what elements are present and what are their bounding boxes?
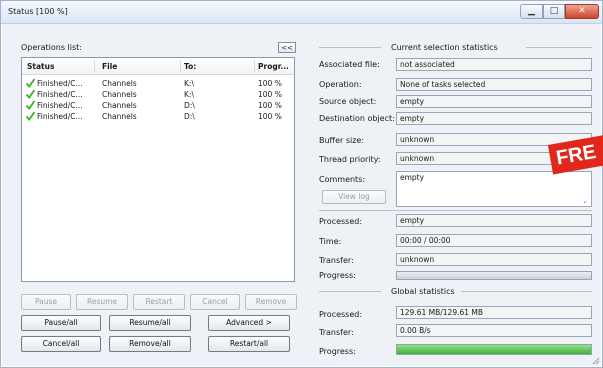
restart-button[interactable]: Restart <box>133 294 185 310</box>
global-transfer-field: 0.00 B/s <box>396 324 592 337</box>
check-icon <box>26 78 35 88</box>
title-bar[interactable]: Status [100 %] ▁ □ ✕ <box>1 1 602 24</box>
destination-object-label: Destination object: <box>319 114 395 123</box>
pause-all-button[interactable]: Pause/all <box>21 315 101 331</box>
operations-list[interactable]: Status File To: Progr... Finished/C... C… <box>21 57 295 282</box>
global-processed-label: Processed: <box>319 310 363 319</box>
global-stats-header: Global statistics <box>391 287 455 296</box>
row-progress: 100 % <box>258 112 282 121</box>
section-divider <box>319 291 381 292</box>
global-processed-field: 129.61 MB/129.61 MB <box>396 306 592 319</box>
cancel-button[interactable]: Cancel <box>190 294 240 310</box>
row-to: K:\ <box>184 79 194 88</box>
table-row[interactable]: Finished/C... Channels K:\ 100 % <box>22 89 294 100</box>
cancel-all-button[interactable]: Cancel/all <box>21 336 101 352</box>
comments-text: empty <box>400 173 425 182</box>
resume-button[interactable]: Resume <box>76 294 128 310</box>
comments-field[interactable]: empty ⌄ <box>396 171 592 207</box>
column-status[interactable]: Status <box>27 62 54 71</box>
destination-object-field: empty <box>396 112 592 125</box>
column-file[interactable]: File <box>102 62 117 71</box>
buffer-size-label: Buffer size: <box>319 136 365 145</box>
time-field: 00:00 / 00:00 <box>396 234 592 247</box>
pause-button[interactable]: Pause <box>21 294 71 310</box>
section-divider <box>319 47 381 48</box>
remove-all-button[interactable]: Remove/all <box>109 336 191 352</box>
transfer-label: Transfer: <box>319 256 354 265</box>
minimize-icon: ▁ <box>528 6 535 16</box>
source-object-label: Source object: <box>319 97 377 106</box>
source-object-field: empty <box>396 95 592 108</box>
operations-list-label: Operations list: <box>21 43 82 52</box>
row-file: Channels <box>102 112 137 121</box>
row-file: Channels <box>102 101 137 110</box>
row-progress: 100 % <box>258 90 282 99</box>
current-progress-bar <box>396 271 592 280</box>
table-row[interactable]: Finished/C... Channels K:\ 100 % <box>22 78 294 89</box>
resize-grip-icon[interactable] <box>592 357 600 365</box>
window-title: Status [100 %] <box>8 7 68 16</box>
section-divider <box>526 47 592 48</box>
table-row[interactable]: Finished/C... Channels D:\ 100 % <box>22 100 294 111</box>
row-to: D:\ <box>184 101 195 110</box>
associated-file-label: Associated file: <box>319 60 380 69</box>
status-window: Status [100 %] ▁ □ ✕ Operations list: <<… <box>0 0 603 368</box>
resume-all-button[interactable]: Resume/all <box>109 315 191 331</box>
close-button[interactable]: ✕ <box>565 4 599 19</box>
row-status: Finished/C... <box>37 79 83 88</box>
operation-label: Operation: <box>319 80 362 89</box>
advanced-button[interactable]: Advanced > <box>208 315 290 331</box>
progress-track <box>397 272 591 279</box>
row-status: Finished/C... <box>37 112 83 121</box>
row-status: Finished/C... <box>37 90 83 99</box>
check-icon <box>26 89 35 99</box>
time-label: Time: <box>319 237 342 246</box>
processed-label: Processed: <box>319 217 363 226</box>
progress-fill <box>397 345 591 354</box>
minimize-button[interactable]: ▁ <box>520 4 543 19</box>
table-row[interactable]: Finished/C... Channels D:\ 100 % <box>22 111 294 122</box>
check-icon <box>26 111 35 121</box>
column-to[interactable]: To: <box>184 62 196 71</box>
thread-priority-label: Thread priority: <box>319 155 381 164</box>
list-header: Status File To: Progr... <box>22 58 294 75</box>
restart-all-button[interactable]: Restart/all <box>208 336 290 352</box>
row-progress: 100 % <box>258 101 282 110</box>
collapse-button[interactable]: << <box>278 42 296 53</box>
row-progress: 100 % <box>258 79 282 88</box>
global-transfer-label: Transfer: <box>319 328 354 337</box>
progress-label: Progress: <box>319 271 356 280</box>
section-divider <box>319 210 592 211</box>
processed-field: empty <box>396 214 592 227</box>
maximize-button[interactable]: □ <box>543 4 565 19</box>
remove-button[interactable]: Remove <box>245 294 297 310</box>
transfer-field: unknown <box>396 253 592 266</box>
row-file: Channels <box>102 79 137 88</box>
column-progress[interactable]: Progr... <box>258 62 289 71</box>
row-status: Finished/C... <box>37 101 83 110</box>
comments-label: Comments: <box>319 175 366 184</box>
associated-file-field: not associated <box>396 58 592 71</box>
maximize-icon: □ <box>549 6 559 16</box>
global-progress-bar <box>396 344 592 355</box>
row-to: D:\ <box>184 112 195 121</box>
operation-field: None of tasks selected <box>396 78 592 91</box>
row-to: K:\ <box>184 90 194 99</box>
current-stats-header: Current selection statistics <box>391 43 498 52</box>
check-icon <box>26 100 35 110</box>
scroll-down-icon: ⌄ <box>582 197 588 205</box>
close-icon: ✕ <box>578 6 586 16</box>
global-progress-label: Progress: <box>319 347 356 356</box>
section-divider <box>461 291 592 292</box>
view-log-button[interactable]: View log <box>322 190 386 204</box>
row-file: Channels <box>102 90 137 99</box>
